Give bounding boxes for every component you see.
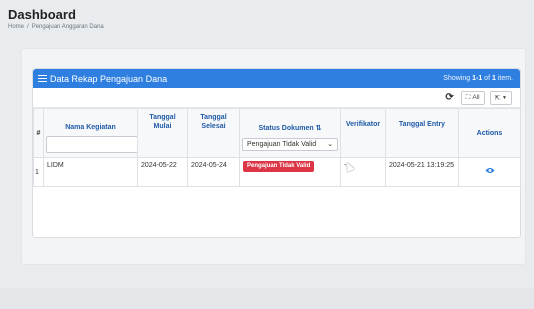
cell-tanggal-entry: 2024-05-21 13:19:25: [385, 157, 459, 187]
chevron-down-icon: ⌄: [327, 141, 333, 148]
panel-title: Data Rekap Pengajuan Dana: [38, 74, 167, 84]
panel-title-text: Data Rekap Pengajuan Dana: [50, 73, 168, 84]
col-status-dokumen[interactable]: Status Dokumen ⇅ Pengajuan Tidak Valid ⌄: [239, 108, 341, 158]
breadcrumb-home[interactable]: Home: [8, 24, 24, 30]
breadcrumb-separator: /: [27, 24, 29, 30]
page-header: Dashboard Home / Pengajuan Anggaran Dana: [8, 7, 104, 31]
col-actions: Actions: [458, 108, 521, 158]
cell-tanggal-selesai: 2024-05-24: [187, 157, 240, 187]
page-title: Dashboard: [8, 7, 76, 22]
summary-prefix: Showing: [443, 75, 471, 82]
grid-toolbar: ⟳ ⛶ All ⇱ ▼: [33, 88, 520, 108]
data-table: # Nama Kegiatan Tanggal Mulai Tanggal Se…: [33, 108, 521, 187]
col-tanggal-entry[interactable]: Tanggal Entry: [385, 108, 459, 158]
cell-tanggal-mulai: 2024-05-22: [137, 157, 188, 187]
chevron-down-icon: ▼: [502, 94, 507, 101]
refresh-icon[interactable]: ⟳: [445, 92, 453, 103]
toggle-all-button[interactable]: ⛶ All: [460, 90, 485, 105]
data-panel: Data Rekap Pengajuan Dana Showing 1-1 of…: [32, 68, 521, 238]
cell-nama-kegiatan: LIDM: [43, 157, 138, 187]
col-tanggal-mulai[interactable]: Tanggal Mulai: [137, 108, 188, 158]
nama-kegiatan-filter-input[interactable]: [46, 136, 138, 153]
col-nama-kegiatan[interactable]: Nama Kegiatan: [43, 108, 138, 158]
col-verifikator[interactable]: Verifikator: [340, 108, 386, 158]
summary-text: Showing 1-1 of 1 item.: [443, 75, 513, 82]
row-number: 1: [33, 157, 44, 187]
status-filter-value: Pengajuan Tidak Valid: [247, 141, 317, 148]
summary-total: 1: [491, 75, 496, 82]
cell-actions: [458, 157, 521, 187]
col-status-dokumen-header: Status Dokumen ⇅: [242, 124, 338, 133]
panel-heading: Data Rekap Pengajuan Dana Showing 1-1 of…: [33, 69, 520, 88]
eye-icon[interactable]: [485, 167, 495, 174]
col-tanggal-selesai[interactable]: Tanggal Selesai: [187, 108, 240, 158]
breadcrumb: Home / Pengajuan Anggaran Dana: [8, 23, 104, 31]
col-number: #: [33, 108, 44, 158]
toggle-all-label: All: [472, 94, 480, 101]
breadcrumb-current: Pengajuan Anggaran Dana: [31, 24, 104, 30]
list-icon: [38, 74, 47, 83]
summary-range: 1-1: [472, 75, 483, 82]
col-status-dokumen-label: Status Dokumen: [258, 125, 314, 132]
sort-icon[interactable]: ⇅: [316, 125, 322, 132]
footer-strip: [0, 288, 534, 309]
col-nama-kegiatan-label: Nama Kegiatan: [65, 124, 116, 131]
table-header-row: # Nama Kegiatan Tanggal Mulai Tanggal Se…: [33, 108, 521, 158]
summary-suffix: item.: [497, 75, 513, 82]
cell-status: Pengajuan Tidak Valid: [239, 157, 341, 187]
status-badge: Pengajuan Tidak Valid: [243, 161, 315, 172]
expand-icon: ⛶: [465, 93, 471, 101]
export-button[interactable]: ⇱ ▼: [489, 90, 512, 105]
export-icon: ⇱: [494, 94, 501, 102]
table-row: 1 LIDM 2024-05-22 2024-05-24 Pengajuan T…: [33, 157, 521, 187]
status-filter-select[interactable]: Pengajuan Tidak Valid ⌄: [242, 138, 338, 151]
summary-of: of: [484, 75, 491, 82]
